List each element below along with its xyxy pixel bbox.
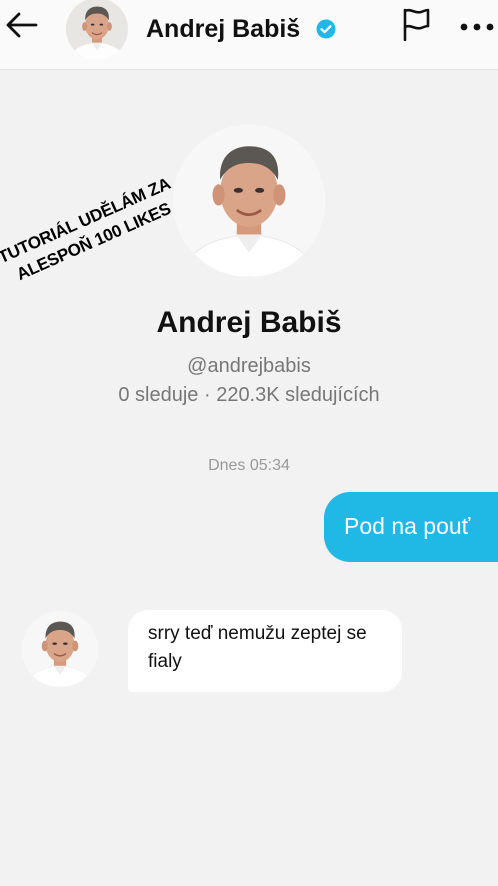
profile-name: Andrej Babiš xyxy=(156,306,342,339)
sent-message-bubble[interactable]: Pod na pouť xyxy=(324,492,498,562)
more-options-button[interactable] xyxy=(456,10,498,44)
sender-avatar[interactable] xyxy=(22,611,98,687)
back-button[interactable] xyxy=(2,8,40,46)
more-horizontal-icon xyxy=(460,18,494,36)
arrow-left-icon xyxy=(4,11,38,44)
report-button[interactable] xyxy=(396,6,436,46)
verified-badge-icon xyxy=(316,19,336,39)
message-timestamp: Dnes 05:34 xyxy=(208,457,290,474)
chat-header: Andrej Babiš xyxy=(0,0,498,70)
overlay-caption: TUTORIÁL UDĚLÁM ZA ALESPOŇ 100 LIKES xyxy=(0,171,185,290)
header-avatar[interactable] xyxy=(66,0,128,60)
profile-handle: @andrejbabis xyxy=(187,355,311,377)
header-title[interactable]: Andrej Babiš xyxy=(146,15,300,44)
received-message-bubble[interactable]: srry teď nemužu zeptej se fialy xyxy=(128,610,402,692)
profile-avatar[interactable] xyxy=(173,125,325,277)
profile-stats: 0 sleduje · 220.3K sledujících xyxy=(118,384,380,406)
flag-icon xyxy=(400,7,432,46)
